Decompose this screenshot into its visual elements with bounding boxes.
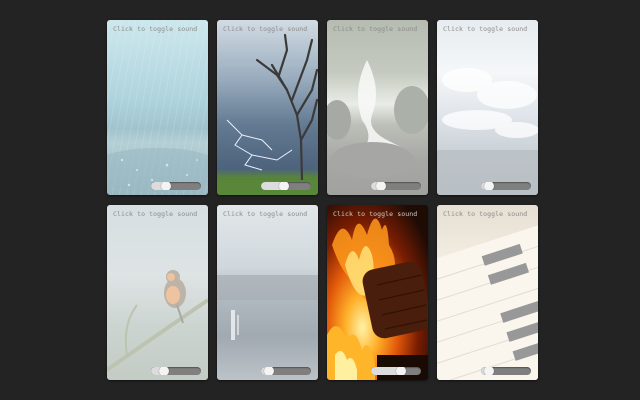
sound-card-piano[interactable]: Click to toggle sound — [437, 205, 538, 380]
birds-scene-image — [107, 205, 208, 380]
toggle-hint: Click to toggle sound — [113, 210, 198, 218]
toggle-hint: Click to toggle sound — [443, 25, 528, 33]
sound-grid: Click to toggle sound Click to toggle so… — [107, 20, 538, 382]
volume-knob[interactable] — [376, 182, 386, 190]
toggle-hint: Click to toggle sound — [333, 210, 418, 218]
waves-icon — [437, 68, 538, 195]
sound-card-birds[interactable]: Click to toggle sound — [107, 205, 208, 380]
volume-knob[interactable] — [483, 367, 494, 375]
toggle-hint: Click to toggle sound — [333, 25, 418, 33]
sound-card-lake[interactable]: Click to toggle sound — [217, 205, 318, 380]
piano-icon — [437, 220, 538, 380]
volume-knob[interactable] — [263, 367, 274, 375]
stream-scene-image — [327, 20, 428, 195]
sound-card-waves[interactable]: Click to toggle sound — [437, 20, 538, 195]
volume-knob[interactable] — [161, 182, 171, 190]
toggle-hint: Click to toggle sound — [223, 210, 308, 218]
sound-card-rain[interactable]: Click to toggle sound — [107, 20, 208, 195]
volume-slider[interactable] — [261, 367, 311, 375]
bird-icon — [107, 270, 208, 372]
lightning-icon — [217, 33, 318, 195]
lake-icon — [217, 275, 318, 340]
volume-knob[interactable] — [158, 367, 169, 375]
volume-slider[interactable] — [481, 182, 531, 190]
piano-scene-image — [437, 205, 538, 380]
fire-scene-image — [327, 205, 428, 380]
rain-icon — [107, 148, 208, 192]
fire-icon — [327, 218, 428, 380]
volume-slider[interactable] — [261, 182, 311, 190]
thunder-scene-image — [217, 20, 318, 195]
toggle-hint: Click to toggle sound — [223, 25, 308, 33]
sound-card-thunder[interactable]: Click to toggle sound — [217, 20, 318, 195]
volume-knob[interactable] — [396, 367, 406, 375]
rain-scene-image — [107, 20, 208, 195]
stream-icon — [327, 60, 428, 178]
toggle-hint: Click to toggle sound — [443, 210, 528, 218]
lake-scene-image — [217, 205, 318, 380]
volume-knob[interactable] — [483, 182, 494, 190]
volume-slider[interactable] — [481, 367, 531, 375]
waves-scene-image — [437, 20, 538, 195]
volume-slider[interactable] — [371, 182, 421, 190]
sound-card-fire[interactable]: Click to toggle sound — [327, 205, 428, 380]
sound-card-stream[interactable]: Click to toggle sound — [327, 20, 428, 195]
volume-knob[interactable] — [278, 182, 289, 190]
volume-slider[interactable] — [151, 182, 201, 190]
volume-slider[interactable] — [151, 367, 201, 375]
volume-slider[interactable] — [371, 367, 421, 375]
toggle-hint: Click to toggle sound — [113, 25, 198, 33]
